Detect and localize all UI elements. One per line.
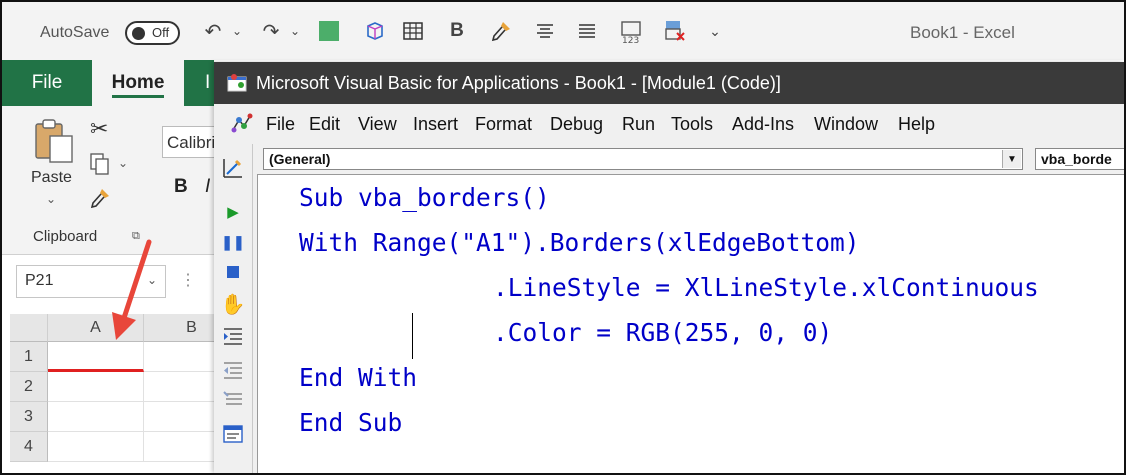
code-with-target: Range("A1").Borders(xlEdgeBottom) (358, 228, 860, 257)
comment-block-icon[interactable] (221, 388, 245, 412)
code-line-2: With Range("A1").Borders(xlEdgeBottom) (299, 228, 860, 257)
keyword-sub: Sub (299, 183, 344, 212)
object-browser-icon[interactable] (221, 422, 245, 446)
delete-sheet-icon[interactable] (662, 18, 688, 44)
menu-tools[interactable]: Tools (671, 114, 713, 135)
vba-editor-window: Microsoft Visual Basic for Applications … (214, 62, 1124, 473)
excel-title-bar: AutoSave Off ↶ ⌄ ↷ ⌄ B 123 ⌄ Book1 - Exc… (2, 2, 1124, 60)
vba-module-icon[interactable] (230, 112, 256, 141)
code-line-6: End Sub (299, 408, 403, 437)
code-sub-signature: vba_borders() (343, 183, 550, 212)
pause-icon[interactable]: ❚❚ (221, 230, 245, 254)
menu-insert[interactable]: Insert (413, 114, 458, 135)
vba-combo-row: (General) ▼ vba_borde (257, 148, 1124, 170)
redo-icon[interactable]: ↷ (258, 18, 284, 44)
copy-icon[interactable] (88, 152, 112, 181)
indent-icon[interactable] (221, 324, 245, 348)
object-combo-value: (General) (269, 151, 331, 167)
code-line-4: .Color = RGB(255, 0, 0) (493, 318, 833, 347)
menu-debug[interactable]: Debug (550, 114, 603, 135)
vba-side-toolbar: ▶ ❚❚ ✋ (214, 144, 253, 473)
number-format-icon[interactable]: 123 (618, 18, 644, 44)
workbook-title: Book1 - Excel (910, 23, 1015, 42)
annotation-arrow (112, 239, 152, 340)
screenshot-frame: AutoSave Off ↶ ⌄ ↷ ⌄ B 123 ⌄ Book1 - Exc… (0, 0, 1126, 475)
select-all-corner[interactable] (10, 314, 48, 342)
ribbon-tab-bar: File Home I (2, 60, 214, 106)
3d-shape-icon[interactable] (362, 18, 388, 44)
bold-button[interactable]: B (174, 176, 188, 198)
align-justify-icon[interactable] (574, 18, 600, 44)
cell-a1[interactable] (48, 342, 144, 372)
tab-file[interactable]: File (2, 60, 92, 106)
keyword-with: With (299, 228, 359, 257)
font-name-box[interactable]: Calibri (162, 126, 222, 158)
clipboard-group-label: Clipboard (33, 228, 98, 245)
undo-icon[interactable]: ↶ (200, 18, 226, 44)
code-line-5: End With (299, 363, 418, 392)
table-icon[interactable] (400, 18, 426, 44)
paste-dropdown-icon[interactable]: ⌄ (46, 192, 56, 206)
cell-a2[interactable] (48, 372, 144, 402)
vba-menu-bar: File Edit View Insert Format Debug Run T… (214, 104, 1124, 144)
code-line-3: .LineStyle = XlLineStyle.xlContinuous (493, 273, 1039, 302)
redo-dropdown-icon[interactable]: ⌄ (288, 18, 302, 44)
format-painter-small-icon[interactable] (88, 186, 112, 215)
procedure-combo-value: vba_borde (1041, 151, 1112, 167)
paste-label[interactable]: Paste (31, 169, 72, 187)
row-header-2[interactable]: 2 (10, 372, 48, 402)
copy-dropdown-icon[interactable]: ⌄ (118, 156, 128, 170)
autosave-toggle[interactable]: Off (125, 21, 180, 45)
tab-insert[interactable]: I (205, 60, 210, 106)
fill-color-icon[interactable] (316, 18, 342, 44)
cut-icon[interactable]: ✂ (90, 116, 108, 142)
paste-icon[interactable] (32, 118, 76, 171)
procedure-combo[interactable]: vba_borde (1035, 148, 1124, 170)
menu-format[interactable]: Format (475, 114, 532, 135)
row-header-3[interactable]: 3 (10, 402, 48, 432)
run-icon[interactable]: ▶ (221, 200, 245, 224)
object-combo[interactable]: (General) ▼ (263, 148, 1023, 170)
formula-bar-separator: ⋮ (180, 272, 196, 289)
object-combo-dropdown-icon[interactable]: ▼ (1002, 150, 1021, 168)
align-center-icon[interactable] (532, 18, 558, 44)
menu-file[interactable]: File (266, 114, 295, 135)
cell-a3[interactable] (48, 402, 144, 432)
stop-icon[interactable] (221, 260, 245, 284)
undo-dropdown-icon[interactable]: ⌄ (230, 18, 244, 44)
bold-icon[interactable]: B (444, 18, 470, 44)
vba-window-title: Microsoft Visual Basic for Applications … (256, 73, 781, 93)
autosave-state: Off (152, 25, 170, 40)
vba-app-icon (226, 71, 250, 100)
design-mode-icon[interactable] (221, 156, 245, 180)
format-painter-icon[interactable] (488, 18, 514, 44)
ribbon-home-panel: Paste ⌄ ✂ ⌄ Clipboard ⧉ Calibri B I (2, 106, 222, 255)
row-header-1[interactable]: 1 (10, 342, 48, 372)
text-caret (412, 313, 413, 359)
toggle-knob (132, 27, 145, 40)
code-editor[interactable]: Sub vba_borders() With Range("A1").Borde… (257, 174, 1124, 473)
tab-home[interactable]: Home (92, 60, 184, 106)
menu-add-ins[interactable]: Add-Ins (732, 114, 794, 135)
outdent-icon[interactable] (221, 358, 245, 382)
menu-window[interactable]: Window (814, 114, 878, 135)
row-header-4[interactable]: 4 (10, 432, 48, 462)
menu-edit[interactable]: Edit (309, 114, 340, 135)
menu-run[interactable]: Run (622, 114, 655, 135)
autosave-label: AutoSave (40, 24, 110, 41)
cell-a4[interactable] (48, 432, 144, 462)
name-box-value: P21 (25, 272, 54, 289)
svg-text:123: 123 (622, 36, 639, 44)
code-line-1: Sub vba_borders() (299, 183, 550, 212)
menu-help[interactable]: Help (898, 114, 935, 135)
hand-icon[interactable]: ✋ (221, 292, 246, 316)
menu-view[interactable]: View (358, 114, 397, 135)
customize-qat-icon[interactable]: ⌄ (702, 18, 728, 44)
italic-button-partial[interactable]: I (205, 176, 210, 198)
vba-title-bar: Microsoft Visual Basic for Applications … (214, 62, 1124, 104)
